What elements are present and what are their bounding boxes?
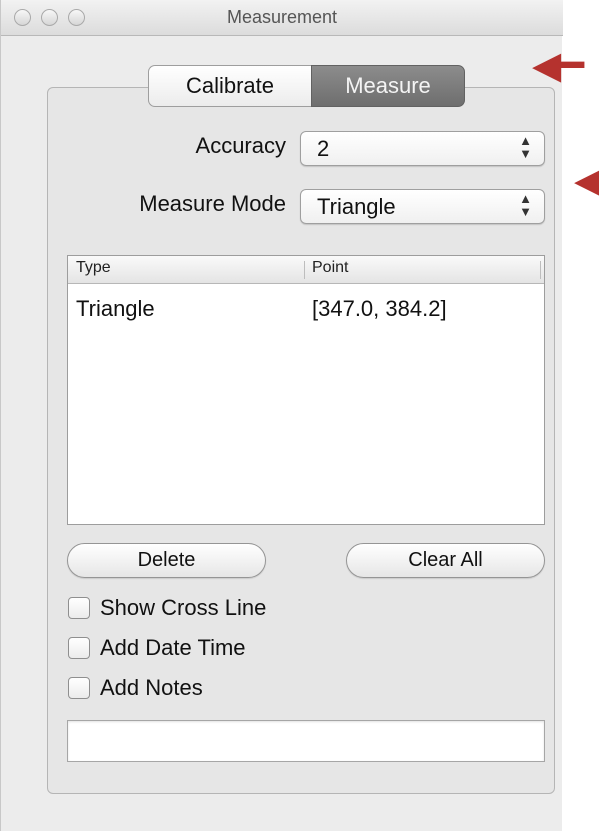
measurement-table[interactable]: Type Point Triangle [347.0, 384.2]	[67, 255, 545, 525]
row-type-cell: Triangle	[76, 296, 155, 321]
tab-calibrate[interactable]: Calibrate	[148, 65, 311, 107]
measure-mode-value: Triangle	[317, 194, 396, 219]
row-point-cell: [347.0, 384.2]	[312, 296, 447, 321]
title-bar: Measurement	[1, 0, 563, 36]
column-divider	[304, 261, 305, 279]
tab-measure[interactable]: Measure	[311, 65, 465, 107]
window-title: Measurement	[226, 7, 338, 27]
accuracy-label: Accuracy	[195, 133, 286, 158]
notes-input[interactable]	[67, 720, 545, 762]
measure-mode-select[interactable]: Triangle ▲ ▼	[300, 189, 545, 224]
column-divider	[540, 261, 541, 279]
up-down-chevron-icon: ▲ ▼	[519, 191, 532, 219]
column-header-point[interactable]: Point	[312, 259, 348, 277]
add-date-time-label: Add Date Time	[100, 635, 246, 660]
measure-mode-label: Measure Mode	[139, 191, 286, 216]
show-cross-line-checkbox[interactable]	[68, 597, 90, 619]
column-header-type[interactable]: Type	[76, 259, 111, 277]
add-date-time-checkbox[interactable]	[68, 637, 90, 659]
left-arrow-icon: ◀━	[532, 45, 585, 87]
table-header: Type Point	[68, 256, 544, 284]
left-arrow-icon: ◀	[574, 160, 599, 202]
clear-all-button[interactable]: Clear All	[346, 543, 545, 578]
up-down-chevron-icon: ▲ ▼	[519, 133, 532, 161]
show-cross-line-label: Show Cross Line	[100, 595, 267, 620]
add-notes-checkbox[interactable]	[68, 677, 90, 699]
add-notes-label: Add Notes	[100, 675, 203, 700]
accuracy-select[interactable]: 2 ▲ ▼	[300, 131, 545, 166]
delete-button[interactable]: Delete	[67, 543, 266, 578]
measurement-window: Measurement Calibrate Measure Accuracy 2…	[0, 0, 563, 831]
accuracy-value: 2	[317, 136, 330, 161]
